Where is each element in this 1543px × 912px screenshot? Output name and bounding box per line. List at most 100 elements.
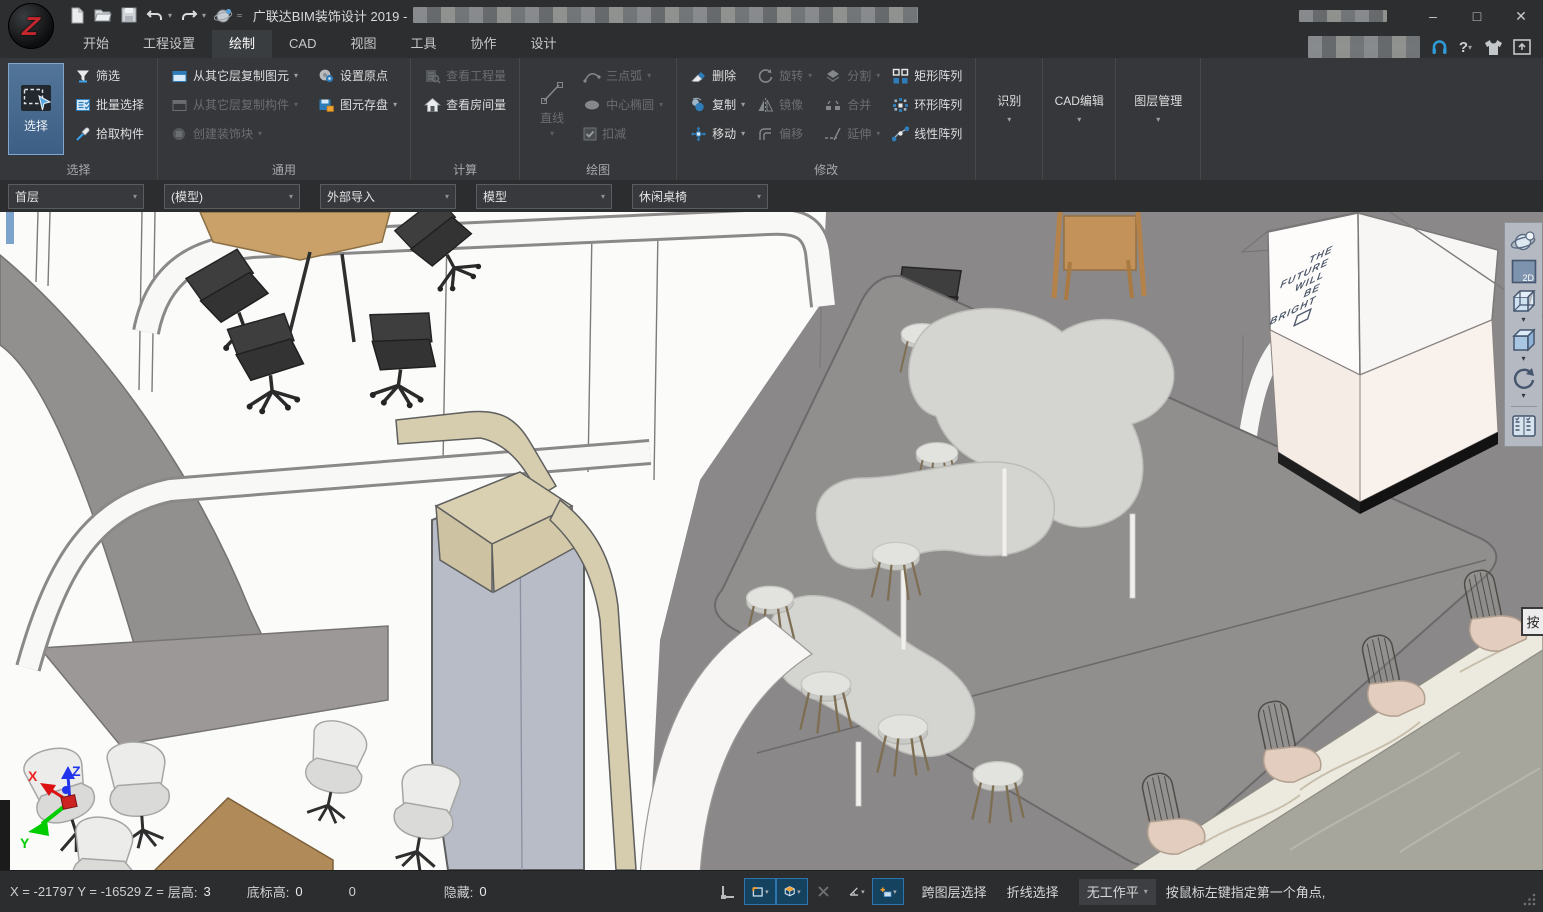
group-label-drawing: 绘图	[520, 161, 676, 178]
merge-icon	[824, 97, 842, 113]
caret-down-icon: ▾	[765, 888, 769, 896]
funnel-icon	[75, 68, 91, 84]
floor-selector[interactable]: 首层▾	[8, 184, 144, 209]
minimize-button[interactable]: –	[1411, 1, 1455, 29]
move-button[interactable]: 移动▾	[685, 119, 750, 148]
open-file-button[interactable]	[92, 4, 114, 26]
object-snap-3d-toggle[interactable]: ▾	[776, 878, 808, 905]
layer-manage-menu-button[interactable]: 图层管理▾	[1116, 58, 1200, 157]
rectangular-array-button[interactable]: 矩形阵列	[887, 61, 967, 90]
undo-dropdown-icon[interactable]: ▾	[168, 11, 172, 20]
filter-button[interactable]: 筛选	[70, 61, 149, 90]
tab-project-settings[interactable]: 工程设置	[126, 30, 212, 58]
new-file-button[interactable]	[66, 4, 88, 26]
arc-icon	[583, 68, 601, 84]
tab-view[interactable]: 视图	[334, 30, 394, 58]
support-icon[interactable]	[1430, 38, 1449, 57]
workplane-dropdown[interactable]: 无工作平▾	[1079, 879, 1156, 905]
save-button[interactable]	[118, 4, 140, 26]
polyline-select-button[interactable]: 折线选择	[997, 878, 1069, 905]
split-button[interactable]: 分割▾	[819, 61, 885, 90]
bottom-elevation-label: 底标高:	[247, 882, 290, 901]
caret-down-icon: ▾	[294, 71, 298, 80]
caret-down-icon: ▾	[876, 71, 880, 80]
qat-customize-icon[interactable]: ≂	[236, 11, 243, 20]
select-button[interactable]: 选择	[8, 63, 64, 155]
select-marquee-icon	[20, 84, 52, 112]
merge-button[interactable]: 合并	[819, 90, 885, 119]
undo-button[interactable]	[144, 4, 166, 26]
offset-button[interactable]: 偏移	[752, 119, 817, 148]
center-ellipse-button[interactable]: 中心椭圆▾	[578, 90, 668, 119]
display-settings-icon[interactable]	[1510, 412, 1538, 440]
cad-edit-menu-button[interactable]: CAD编辑▾	[1043, 58, 1115, 157]
create-decor-block-button[interactable]: 创建装饰块▾	[166, 119, 303, 148]
caret-down-icon: ▾	[1156, 115, 1160, 124]
tab-start[interactable]: 开始	[66, 30, 126, 58]
batch-select-button[interactable]: 批量选择	[70, 90, 149, 119]
set-origin-button[interactable]: 设置原点	[313, 61, 402, 90]
viewport-tooltip: 按	[1521, 607, 1543, 636]
cross-layer-select-button[interactable]: 跨图层选择	[912, 878, 997, 905]
app-logo[interactable]: Z	[8, 3, 54, 49]
model-space-selector[interactable]: (模型)▾	[164, 184, 300, 209]
orbit-tool-icon[interactable]	[1510, 228, 1538, 256]
redo-dropdown-icon[interactable]: ▾	[202, 11, 206, 20]
tab-tools[interactable]: 工具	[394, 30, 454, 58]
ribbon-group-general: 从其它层复制图元▾ 从其它层复制构件▾ 创建装饰块▾ 设置原点 图元存盘▾ 通用	[158, 58, 411, 180]
three-point-arc-button[interactable]: 三点弧▾	[578, 61, 668, 90]
2d-view-icon[interactable]: 2D	[1510, 257, 1538, 286]
offset-icon	[757, 126, 774, 142]
viewport-canvas[interactable]: THE FUTURE WILL BE BRIGHT	[0, 212, 1543, 870]
copy-button[interactable]: 复制▾	[685, 90, 750, 119]
title-bar: ▾ ▾ ≂ 广联达BIM装饰设计 2019 - – □ ✕	[0, 0, 1543, 30]
orbit-view-button[interactable]	[212, 4, 234, 26]
delete-button[interactable]: 删除	[685, 61, 750, 90]
tab-draw[interactable]: 绘制	[212, 30, 272, 58]
copy-components-from-layer-button[interactable]: 从其它层复制构件▾	[166, 90, 303, 119]
view-room-quantities-button[interactable]: 查看房间量	[419, 90, 511, 119]
caret-down-icon: ▾	[741, 129, 745, 138]
theme-skin-icon[interactable]	[1484, 39, 1503, 56]
save-element-button[interactable]: 图元存盘▾	[313, 90, 402, 119]
refresh-view-icon[interactable]: ▾	[1510, 365, 1538, 401]
caret-down-icon: ▾	[1521, 355, 1525, 363]
category-selector[interactable]: 外部导入▾	[320, 184, 456, 209]
maximize-button[interactable]: □	[1455, 1, 1499, 29]
dynamic-input-toggle[interactable]: ▾	[872, 878, 904, 905]
command-prompt: 按鼠标左键指定第一个角点,	[1166, 882, 1326, 901]
line-icon	[539, 80, 565, 106]
copy-elements-from-layer-button[interactable]: 从其它层复制图元▾	[166, 61, 303, 90]
redacted-project-path	[413, 7, 918, 23]
angle-snap-toggle[interactable]: ▾	[840, 878, 872, 905]
rotate-button[interactable]: 旋转▾	[752, 61, 817, 90]
type-selector[interactable]: 模型▾	[476, 184, 612, 209]
rotate-icon	[757, 68, 774, 84]
component-selector[interactable]: 休闲桌椅▾	[632, 184, 768, 209]
caret-down-icon: ▾	[294, 100, 298, 109]
help-button[interactable]: ?▾	[1459, 39, 1474, 56]
caret-down-icon: ▾	[893, 888, 897, 896]
redo-button[interactable]	[178, 4, 200, 26]
mirror-button[interactable]: 镜像	[752, 90, 817, 119]
ortho-toggle[interactable]	[712, 878, 744, 905]
polar-array-button[interactable]: 环形阵列	[887, 90, 967, 119]
tab-collaborate[interactable]: 协作	[454, 30, 514, 58]
close-button[interactable]: ✕	[1499, 1, 1543, 29]
line-tool-button[interactable]: 直线 ▾	[528, 63, 576, 155]
wireframe-cube-icon[interactable]: ▾	[1509, 287, 1539, 325]
pick-component-button[interactable]: 拾取构件	[70, 119, 149, 148]
crossing-toggle[interactable]	[808, 878, 840, 905]
resize-grip[interactable]	[1523, 892, 1537, 906]
frame-snap-toggle[interactable]: ▾	[744, 878, 776, 905]
recognize-menu-button[interactable]: 识别▾	[976, 58, 1042, 157]
view-quantities-button[interactable]: 查看工程量	[419, 61, 511, 90]
linear-array-button[interactable]: 线性阵列	[887, 119, 967, 148]
extend-button[interactable]: 延伸▾	[819, 119, 885, 148]
shaded-cube-icon[interactable]: ▾	[1509, 326, 1539, 364]
tab-cad[interactable]: CAD	[272, 30, 333, 58]
tab-design[interactable]: 设计	[514, 30, 574, 58]
caret-down-icon: ▾	[601, 192, 605, 201]
deduction-checkbox[interactable]: 扣减	[578, 119, 668, 148]
collapse-ribbon-icon[interactable]	[1513, 39, 1531, 55]
